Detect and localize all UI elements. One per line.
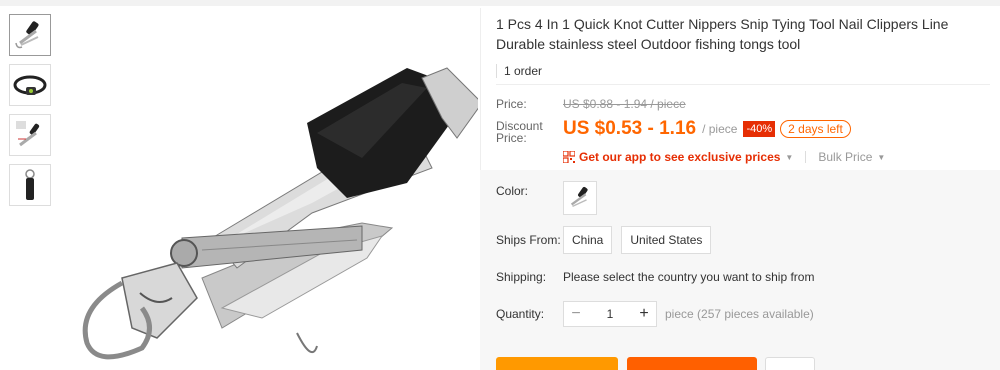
discount-price-row: Discount Price: US $0.53 - 1.16 / piece … <box>496 117 990 144</box>
days-left-badge: 2 days left <box>780 120 851 138</box>
clipper-thumbnail-icon <box>15 21 39 49</box>
thumbnail-clipper-set[interactable] <box>9 114 51 156</box>
color-label: Color: <box>496 184 529 198</box>
quantity-row: Quantity: − 1 + piece (257 pieces availa… <box>496 301 976 327</box>
ships-from-row: Ships From: China United States <box>496 226 976 254</box>
per-unit: / piece <box>702 122 738 136</box>
separator <box>805 151 807 163</box>
price-block: Price: US $0.88 - 1.94 / piece Discount … <box>496 85 990 166</box>
thumbnail-keychain[interactable] <box>9 164 51 206</box>
ships-from-united-states[interactable]: United States <box>621 226 712 254</box>
quantity-decrease-button[interactable]: − <box>564 302 588 326</box>
product-title: 1 Pcs 4 In 1 Quick Knot Cutter Nippers S… <box>496 16 949 52</box>
order-count[interactable]: 1 order <box>496 60 990 85</box>
thumbnail-clipper[interactable] <box>9 14 51 56</box>
top-strip <box>0 0 1000 6</box>
thumbnail-list <box>9 14 53 214</box>
chevron-down-icon[interactable]: ▼ <box>785 153 793 162</box>
product-main-image <box>82 67 478 360</box>
discount-price-label: Discount Price: <box>496 120 563 144</box>
clipper-set-thumbnail-icon <box>16 121 40 147</box>
add-to-cart-button[interactable] <box>627 357 757 370</box>
color-swatch[interactable] <box>563 181 597 215</box>
thumbnail-headlamp[interactable] <box>9 64 51 106</box>
chevron-down-icon[interactable]: ▼ <box>877 153 885 162</box>
keychain-thumbnail-icon <box>25 169 35 200</box>
shipping-label: Shipping: <box>496 270 547 284</box>
qr-code-icon <box>563 151 575 163</box>
color-row: Color: <box>496 180 976 215</box>
original-price: US $0.88 - 1.94 / piece <box>563 97 686 111</box>
discount-badge: -40% <box>743 121 776 137</box>
shipping-row: Shipping: Please select the country you … <box>496 270 976 284</box>
app-prices-link[interactable]: Get our app to see exclusive prices <box>579 150 780 164</box>
wishlist-button[interactable] <box>765 357 815 370</box>
app-promo-row: Get our app to see exclusive prices ▼ Bu… <box>496 148 990 166</box>
ships-from-china[interactable]: China <box>563 226 613 254</box>
shipping-text: Please select the country you want to sh… <box>563 270 815 284</box>
discount-price: US $0.53 - 1.16 <box>563 118 697 139</box>
quantity-stepper: − 1 + <box>563 301 657 327</box>
quantity-input[interactable]: 1 <box>588 307 632 321</box>
quantity-label: Quantity: <box>496 307 545 321</box>
quantity-available: piece (257 pieces available) <box>665 307 814 321</box>
headlamp-thumbnail-icon <box>13 75 47 95</box>
discount-label-line2: Price: <box>496 131 527 145</box>
buy-now-button[interactable] <box>496 357 618 370</box>
price-label: Price: <box>496 97 527 111</box>
clipper-swatch-icon <box>570 186 588 208</box>
ships-from-label: Ships From: <box>496 233 561 247</box>
quantity-increase-button[interactable]: + <box>632 302 656 326</box>
product-info: 1 Pcs 4 In 1 Quick Knot Cutter Nippers S… <box>496 14 990 166</box>
options-panel: Color: Ships From: China United States S… <box>480 170 1000 370</box>
original-price-row: Price: US $0.88 - 1.94 / piece <box>496 97 990 111</box>
bulk-price-link[interactable]: Bulk Price <box>818 150 872 164</box>
